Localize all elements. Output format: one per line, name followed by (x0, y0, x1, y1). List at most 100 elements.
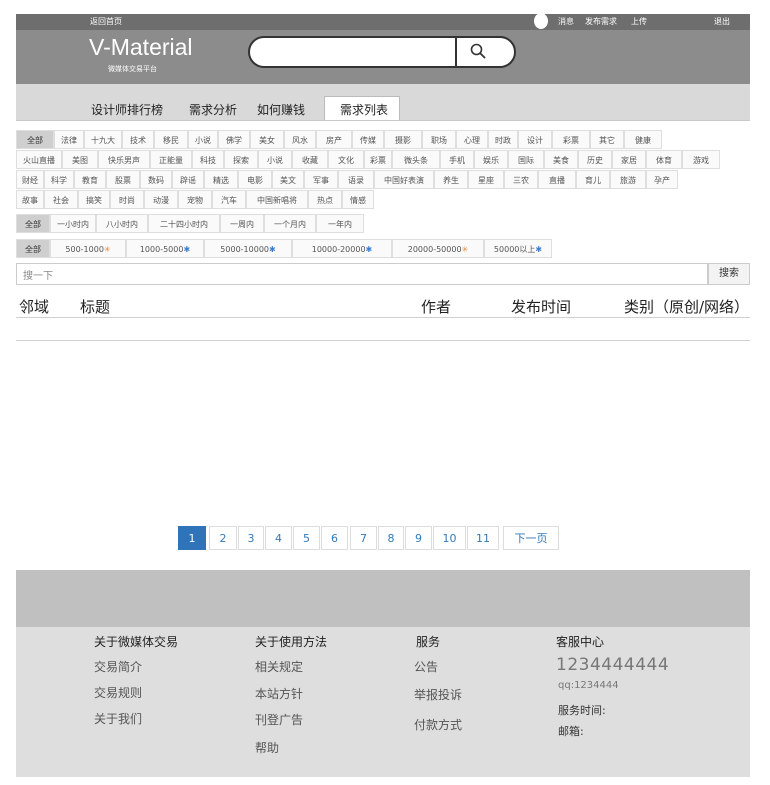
nav-designer-ranking[interactable]: 设计师排行榜 (91, 101, 163, 118)
filter-tag[interactable]: 科学 (44, 170, 74, 189)
filter-tag[interactable]: 房产 (316, 130, 352, 149)
page-button[interactable]: 1 (178, 526, 206, 550)
site-logo[interactable]: V-Material (89, 34, 193, 61)
logout-link[interactable]: 退出 (714, 16, 730, 28)
upload-link[interactable]: 上传 (631, 16, 647, 28)
filter-tag[interactable]: 一个月内 (264, 214, 316, 233)
filter-tag[interactable]: 财经 (16, 170, 44, 189)
filter-tag[interactable]: 技术 (122, 130, 154, 149)
filter-tag[interactable]: 职场 (422, 130, 456, 149)
footer-link[interactable]: 相关规定 (255, 658, 303, 675)
footer-link[interactable]: 本站方针 (255, 685, 303, 702)
keyword-search-input[interactable] (16, 263, 708, 285)
keyword-search-button[interactable]: 搜索 (708, 263, 750, 285)
filter-tag[interactable]: 摄影 (384, 130, 422, 149)
filter-tag[interactable]: 其它 (590, 130, 624, 149)
filter-tag[interactable]: 美文 (272, 170, 304, 189)
page-button[interactable]: 8 (378, 526, 404, 550)
filter-tag[interactable]: 一小时内 (50, 214, 96, 233)
footer-link[interactable]: 交易简介 (94, 658, 142, 675)
filter-tag[interactable]: 移民 (154, 130, 188, 149)
page-button[interactable]: 2 (209, 526, 237, 550)
home-link[interactable]: 返回首页 (90, 16, 122, 28)
footer-link[interactable]: 关于我们 (94, 710, 142, 727)
footer-link[interactable]: 交易规则 (94, 684, 142, 701)
filter-tag[interactable]: 50000以上✱ (484, 239, 552, 258)
filter-tag[interactable]: 历史 (578, 150, 612, 169)
filter-tag[interactable]: 热点 (308, 190, 342, 209)
filter-tag[interactable]: 一周内 (220, 214, 264, 233)
filter-tag[interactable]: 育儿 (576, 170, 610, 189)
page-button[interactable]: 10 (433, 526, 466, 550)
nav-demand-analysis[interactable]: 需求分析 (189, 101, 237, 118)
page-button[interactable]: 4 (265, 526, 292, 550)
page-button[interactable]: 3 (238, 526, 264, 550)
filter-tag[interactable]: 汽车 (212, 190, 246, 209)
filter-tag[interactable]: 设计 (518, 130, 552, 149)
filter-tag[interactable]: 文化 (328, 150, 364, 169)
col-header-category[interactable]: 类别（原创/网络） (624, 296, 749, 317)
user-avatar-icon[interactable] (534, 13, 548, 29)
col-header-title[interactable]: 标题 (80, 296, 110, 317)
filter-tag[interactable]: 家居 (612, 150, 646, 169)
next-page-button[interactable]: 下一页 (503, 526, 559, 550)
filter-tag[interactable]: 美食 (544, 150, 578, 169)
filter-tag[interactable]: 搞笑 (78, 190, 110, 209)
filter-tag[interactable]: 游戏 (682, 150, 720, 169)
filter-tag[interactable]: 全部 (16, 239, 50, 258)
filter-tag[interactable]: 情感 (342, 190, 374, 209)
filter-tag[interactable]: 中国好表演 (374, 170, 434, 189)
nav-demand-list[interactable]: 需求列表 (340, 101, 388, 118)
filter-tag[interactable]: 健康 (624, 130, 662, 149)
footer-link[interactable]: 刊登广告 (255, 711, 303, 728)
filter-tag[interactable]: 探索 (224, 150, 258, 169)
filter-tag[interactable]: 一年内 (316, 214, 364, 233)
magnifier-icon[interactable] (470, 43, 486, 59)
filter-tag[interactable]: 语录 (338, 170, 374, 189)
nav-how-to-earn[interactable]: 如何赚钱 (257, 101, 305, 118)
filter-tag[interactable]: 美图 (62, 150, 98, 169)
filter-tag[interactable]: 十九大 (84, 130, 122, 149)
page-button[interactable]: 7 (350, 526, 377, 550)
filter-tag[interactable]: 故事 (16, 190, 44, 209)
page-button[interactable]: 11 (467, 526, 499, 550)
filter-tag[interactable]: 1000-5000✱ (126, 239, 204, 258)
filter-tag[interactable]: 辟谣 (172, 170, 204, 189)
col-header-publish-time[interactable]: 发布时间 (511, 296, 571, 317)
filter-tag[interactable]: 宠物 (178, 190, 212, 209)
filter-tag[interactable]: 彩票 (364, 150, 392, 169)
messages-link[interactable]: 消息 (558, 16, 574, 28)
filter-tag[interactable]: 彩票 (552, 130, 590, 149)
filter-tag[interactable]: 国际 (508, 150, 544, 169)
filter-tag[interactable]: 快乐男声 (98, 150, 150, 169)
post-demand-link[interactable]: 发布需求 (585, 16, 617, 28)
filter-tag[interactable]: 娱乐 (474, 150, 508, 169)
filter-tag[interactable]: 10000-20000✱ (292, 239, 392, 258)
filter-tag[interactable]: 法律 (54, 130, 84, 149)
col-header-domain[interactable]: 邻域 (19, 296, 49, 317)
filter-tag[interactable]: 体育 (646, 150, 682, 169)
filter-tag[interactable]: 二十四小时内 (148, 214, 220, 233)
filter-tag[interactable]: 八小时内 (96, 214, 148, 233)
filter-tag[interactable]: 股票 (106, 170, 140, 189)
filter-tag[interactable]: 20000-50000✳ (392, 239, 484, 258)
filter-tag[interactable]: 风水 (284, 130, 316, 149)
footer-link[interactable]: 付款方式 (414, 716, 462, 733)
filter-tag[interactable]: 火山直播 (16, 150, 62, 169)
filter-tag[interactable]: 三农 (504, 170, 538, 189)
filter-tag[interactable]: 直播 (538, 170, 576, 189)
page-button[interactable]: 5 (293, 526, 320, 550)
filter-tag[interactable]: 500-1000✳ (50, 239, 126, 258)
filter-tag[interactable]: 全部 (16, 130, 54, 149)
page-button[interactable]: 6 (321, 526, 348, 550)
filter-tag[interactable]: 孕产 (646, 170, 678, 189)
filter-tag[interactable]: 小说 (258, 150, 292, 169)
filter-tag[interactable]: 电影 (238, 170, 272, 189)
filter-tag[interactable]: 手机 (440, 150, 474, 169)
filter-tag[interactable]: 全部 (16, 214, 50, 233)
filter-tag[interactable]: 中国新唱将 (246, 190, 308, 209)
filter-tag[interactable]: 旅游 (610, 170, 646, 189)
filter-tag[interactable]: 军事 (304, 170, 338, 189)
filter-tag[interactable]: 科技 (192, 150, 224, 169)
page-button[interactable]: 9 (405, 526, 432, 550)
